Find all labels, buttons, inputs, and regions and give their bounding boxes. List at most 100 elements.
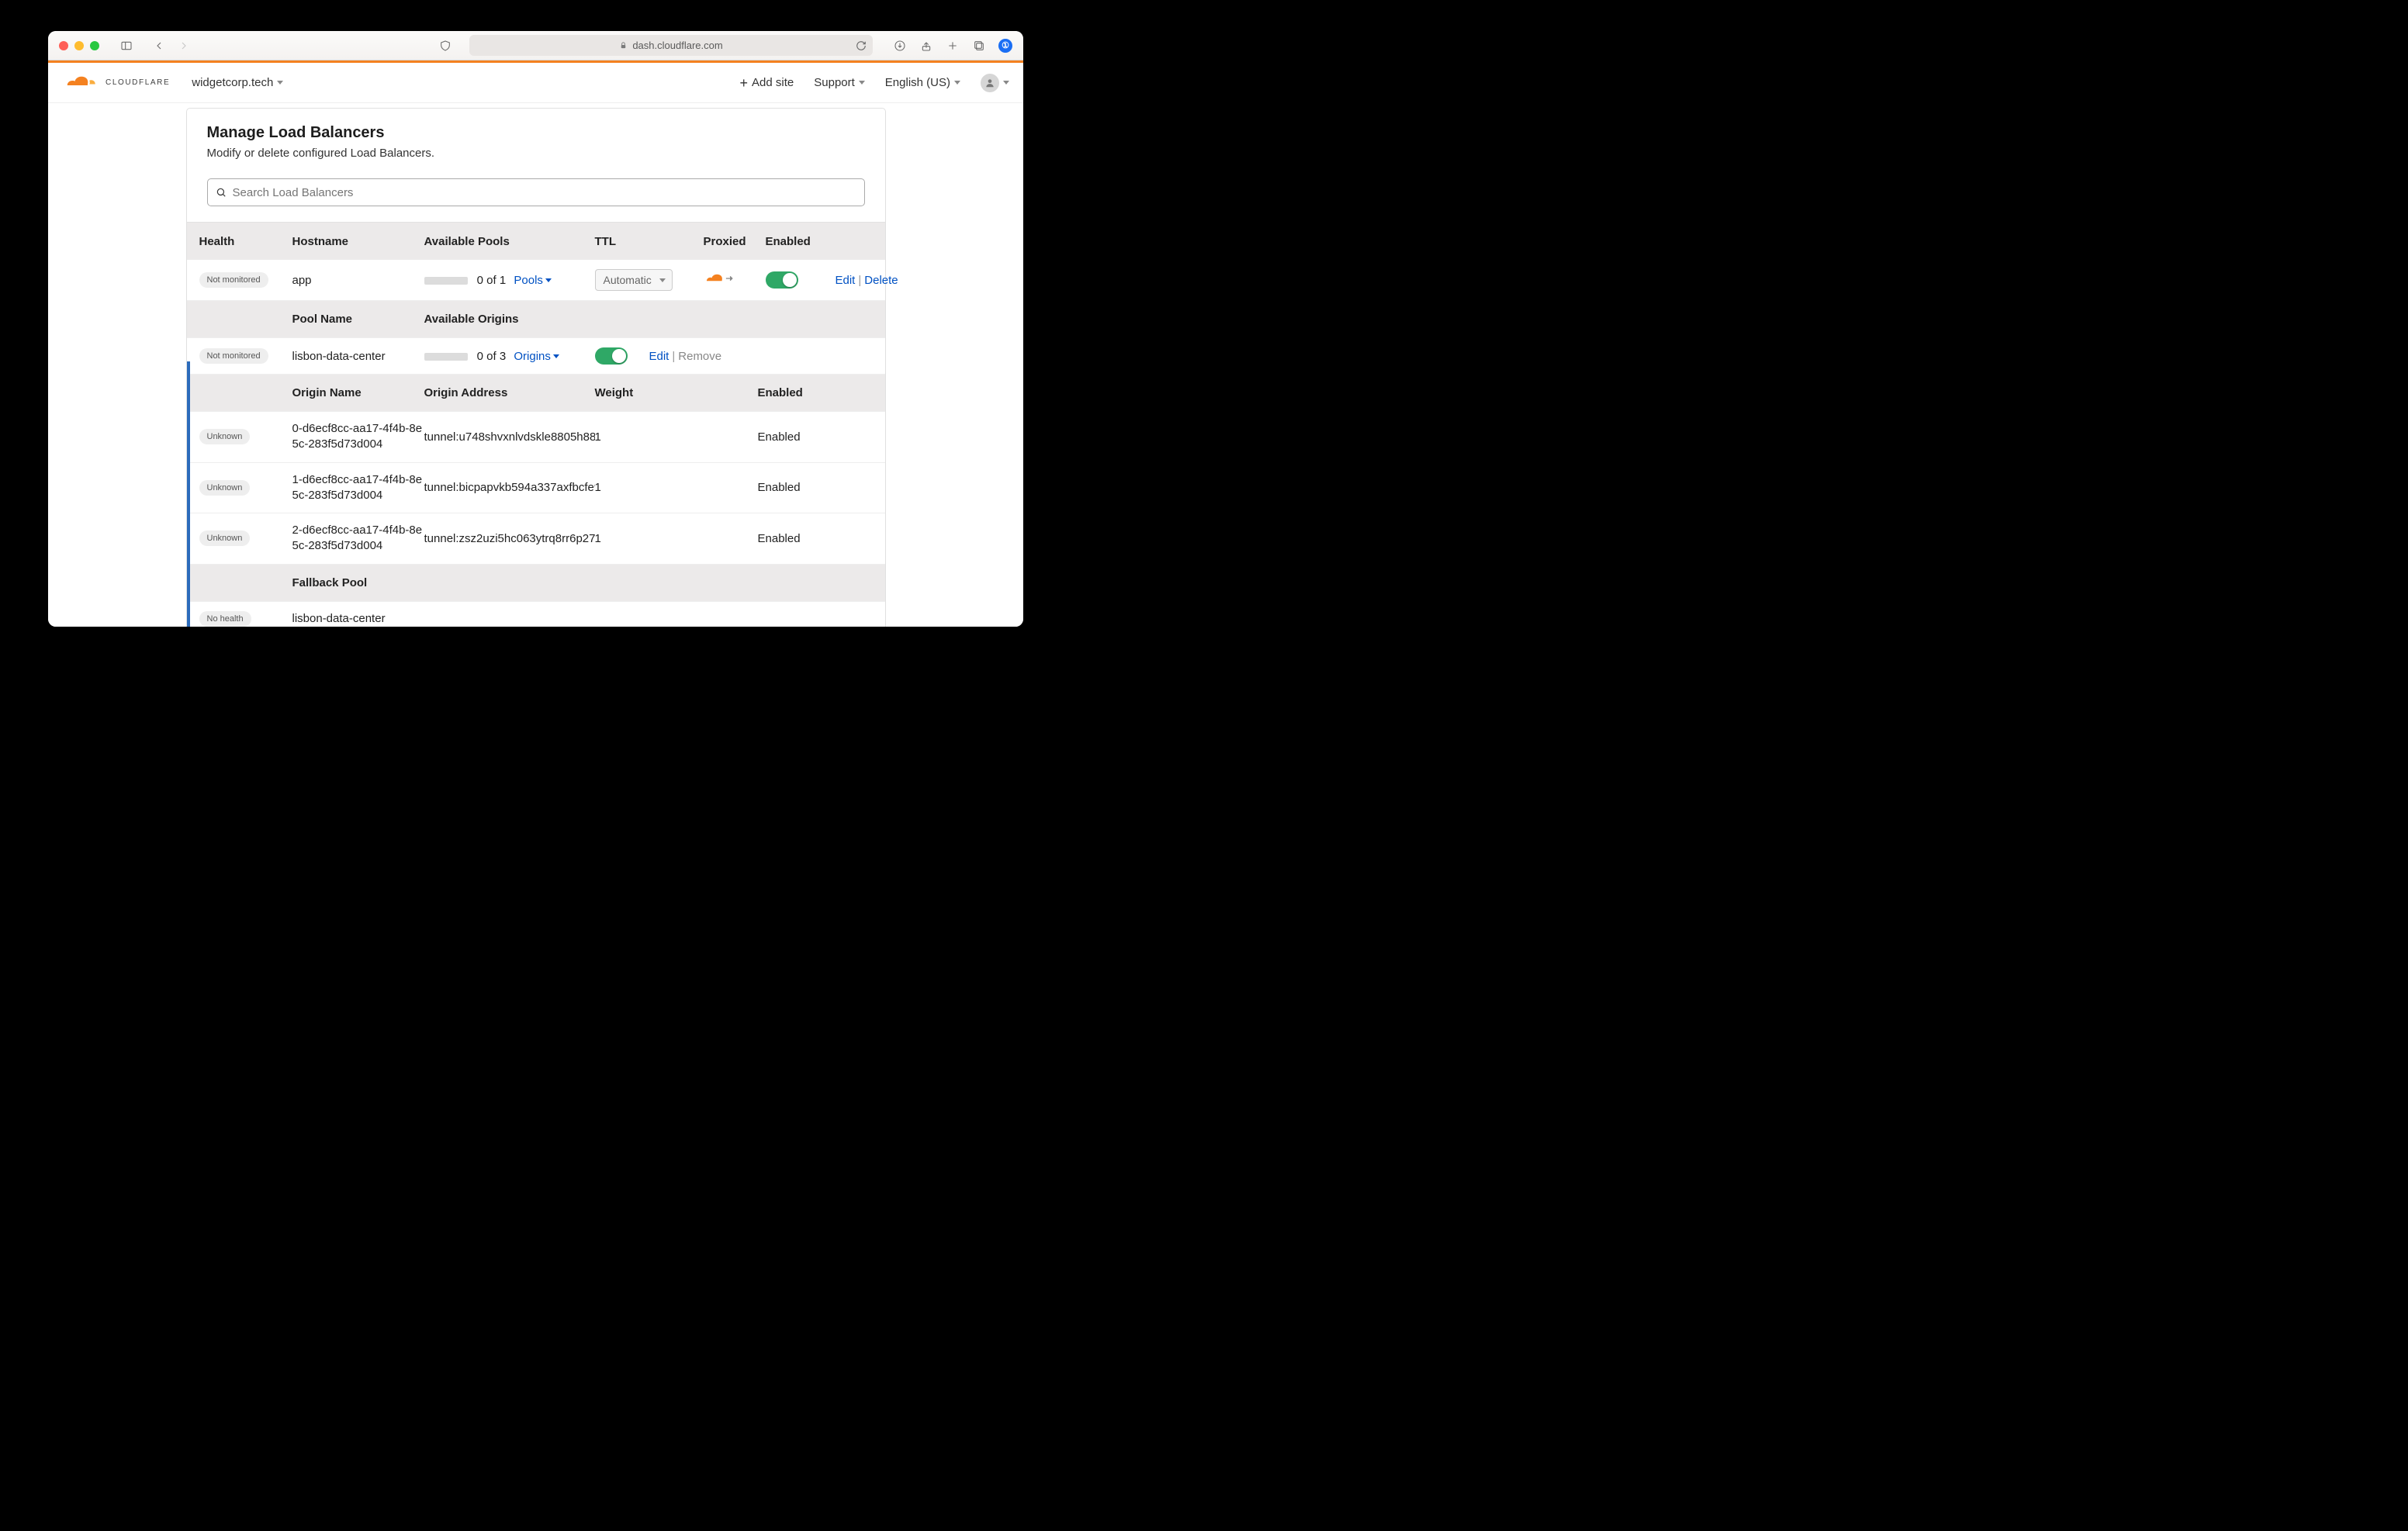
forward-icon[interactable]	[177, 39, 191, 53]
browser-window: dash.cloudflare.com ① CLOUDFLARE widgetc…	[48, 31, 1023, 627]
col-enabled: Enabled	[766, 235, 836, 248]
add-site-button[interactable]: +Add site	[740, 76, 794, 90]
pool-header-row: Pool Name Available Origins	[187, 301, 885, 338]
browser-toolbar: dash.cloudflare.com ①	[48, 31, 1023, 60]
caret-down-icon	[277, 81, 283, 85]
fallback-row: No health lisbon-data-center	[187, 602, 885, 627]
origin-name: 0-d6ecf8cc-aa17-4f4b-8e5c-283f5d73d004	[292, 421, 424, 453]
health-badge: Not monitored	[199, 272, 268, 288]
lb-table-header: Health Hostname Available Pools TTL Prox…	[187, 223, 885, 260]
enabled-toggle[interactable]	[595, 347, 628, 365]
fullscreen-window-icon[interactable]	[90, 41, 99, 50]
progress-bar	[424, 277, 468, 285]
origin-address: tunnel:u748shvxnlvdskle8805h88900rnv64sf…	[424, 430, 595, 444]
origin-enabled: Enabled	[758, 430, 873, 444]
logo[interactable]: CLOUDFLARE	[62, 71, 170, 94]
origin-weight: 1	[595, 532, 758, 545]
minimize-window-icon[interactable]	[74, 41, 84, 50]
caret-down-icon	[659, 278, 666, 282]
caret-down-icon	[553, 354, 559, 358]
col-origin-name: Origin Name	[292, 386, 424, 399]
proxied-icon[interactable]	[704, 271, 766, 289]
pool-row[interactable]: Not monitored lisbon-data-center 0 of 3 …	[187, 338, 885, 375]
search-icon	[216, 187, 227, 198]
language-label: English (US)	[885, 76, 950, 89]
origin-weight: 1	[595, 481, 758, 494]
fallback-pool-name: lisbon-data-center	[292, 612, 424, 625]
origin-enabled: Enabled	[758, 532, 873, 545]
progress-bar	[424, 353, 468, 361]
support-dropdown[interactable]: Support	[814, 76, 865, 89]
edit-button[interactable]: Edit	[649, 350, 669, 363]
page-subtitle: Modify or delete configured Load Balance…	[207, 147, 865, 160]
pools-count: 0 of 1	[477, 274, 507, 287]
zone-name: widgetcorp.tech	[192, 76, 273, 89]
load-balancers-card: Manage Load Balancers Modify or delete c…	[186, 108, 886, 627]
delete-button[interactable]: Delete	[864, 274, 898, 287]
cloud-logo-icon	[62, 71, 99, 94]
origin-row: Unknown 1-d6ecf8cc-aa17-4f4b-8e5c-283f5d…	[187, 463, 885, 514]
pools-link[interactable]: Pools	[514, 274, 552, 287]
col-available-origins: Available Origins	[424, 313, 595, 326]
edit-button[interactable]: Edit	[836, 274, 856, 287]
download-icon[interactable]	[893, 39, 907, 53]
new-tab-icon[interactable]	[946, 39, 960, 53]
col-hostname: Hostname	[292, 235, 424, 248]
col-fallback-pool: Fallback Pool	[292, 576, 424, 589]
refresh-icon[interactable]	[856, 40, 867, 51]
col-proxied: Proxied	[704, 235, 766, 248]
back-icon[interactable]	[152, 39, 166, 53]
logo-text: CLOUDFLARE	[106, 78, 170, 87]
origin-row: Unknown 0-d6ecf8cc-aa17-4f4b-8e5c-283f5d…	[187, 412, 885, 463]
origin-name: 1-d6ecf8cc-aa17-4f4b-8e5c-283f5d73d004	[292, 472, 424, 504]
origin-weight: 1	[595, 430, 758, 444]
lb-row[interactable]: Not monitored app 0 of 1 Pools Automatic	[187, 260, 885, 301]
pool-name: lisbon-data-center	[292, 350, 424, 363]
col-ttl: TTL	[595, 235, 704, 248]
fallback-header-row: Fallback Pool	[187, 565, 885, 602]
account-dropdown[interactable]	[981, 74, 1009, 92]
lock-icon	[619, 41, 628, 50]
origin-row: Unknown 2-d6ecf8cc-aa17-4f4b-8e5c-283f5d…	[187, 513, 885, 565]
onepassword-icon[interactable]: ①	[998, 39, 1012, 53]
origin-address: tunnel:zsz2uzi5hc063ytrq8rr6p27id835nngh…	[424, 532, 595, 545]
origin-address: tunnel:bicpapvkb594a337axfbcfe9t9eepk9uk…	[424, 481, 595, 494]
selection-indicator	[187, 361, 190, 627]
window-controls	[59, 41, 99, 50]
ttl-value: Automatic	[604, 274, 652, 286]
page-title: Manage Load Balancers	[207, 124, 865, 142]
enabled-toggle[interactable]	[766, 271, 798, 289]
sidebar-toggle-icon[interactable]	[119, 39, 133, 53]
shield-icon[interactable]	[438, 39, 452, 53]
language-dropdown[interactable]: English (US)	[885, 76, 960, 89]
origin-name: 2-d6ecf8cc-aa17-4f4b-8e5c-283f5d73d004	[292, 523, 424, 555]
url-text: dash.cloudflare.com	[632, 40, 722, 51]
tabs-icon[interactable]	[972, 39, 986, 53]
origin-header-row: Origin Name Origin Address Weight Enable…	[187, 375, 885, 412]
origins-count: 0 of 3	[477, 350, 507, 363]
health-badge: Unknown	[199, 480, 251, 496]
health-badge: No health	[199, 611, 251, 627]
ttl-dropdown[interactable]: Automatic	[595, 269, 673, 291]
zone-dropdown[interactable]: widgetcorp.tech	[192, 76, 283, 89]
app-header: CLOUDFLARE widgetcorp.tech +Add site Sup…	[48, 63, 1023, 103]
search-input-wrapper[interactable]	[207, 178, 865, 206]
share-icon[interactable]	[919, 39, 933, 53]
address-bar[interactable]: dash.cloudflare.com	[469, 35, 873, 56]
health-badge: Unknown	[199, 429, 251, 444]
col-health: Health	[199, 235, 292, 248]
col-weight: Weight	[595, 386, 758, 399]
caret-down-icon	[954, 81, 960, 85]
hostname: app	[292, 274, 424, 287]
caret-down-icon	[545, 278, 552, 282]
remove-button[interactable]: Remove	[678, 350, 721, 363]
support-label: Support	[814, 76, 855, 89]
health-badge: Not monitored	[199, 348, 268, 364]
col-origin-address: Origin Address	[424, 386, 595, 399]
close-window-icon[interactable]	[59, 41, 68, 50]
page-content: CLOUDFLARE widgetcorp.tech +Add site Sup…	[48, 60, 1023, 627]
origins-link[interactable]: Origins	[514, 350, 559, 363]
col-enabled2: Enabled	[758, 386, 873, 399]
health-badge: Unknown	[199, 530, 251, 546]
search-input[interactable]	[233, 186, 856, 199]
